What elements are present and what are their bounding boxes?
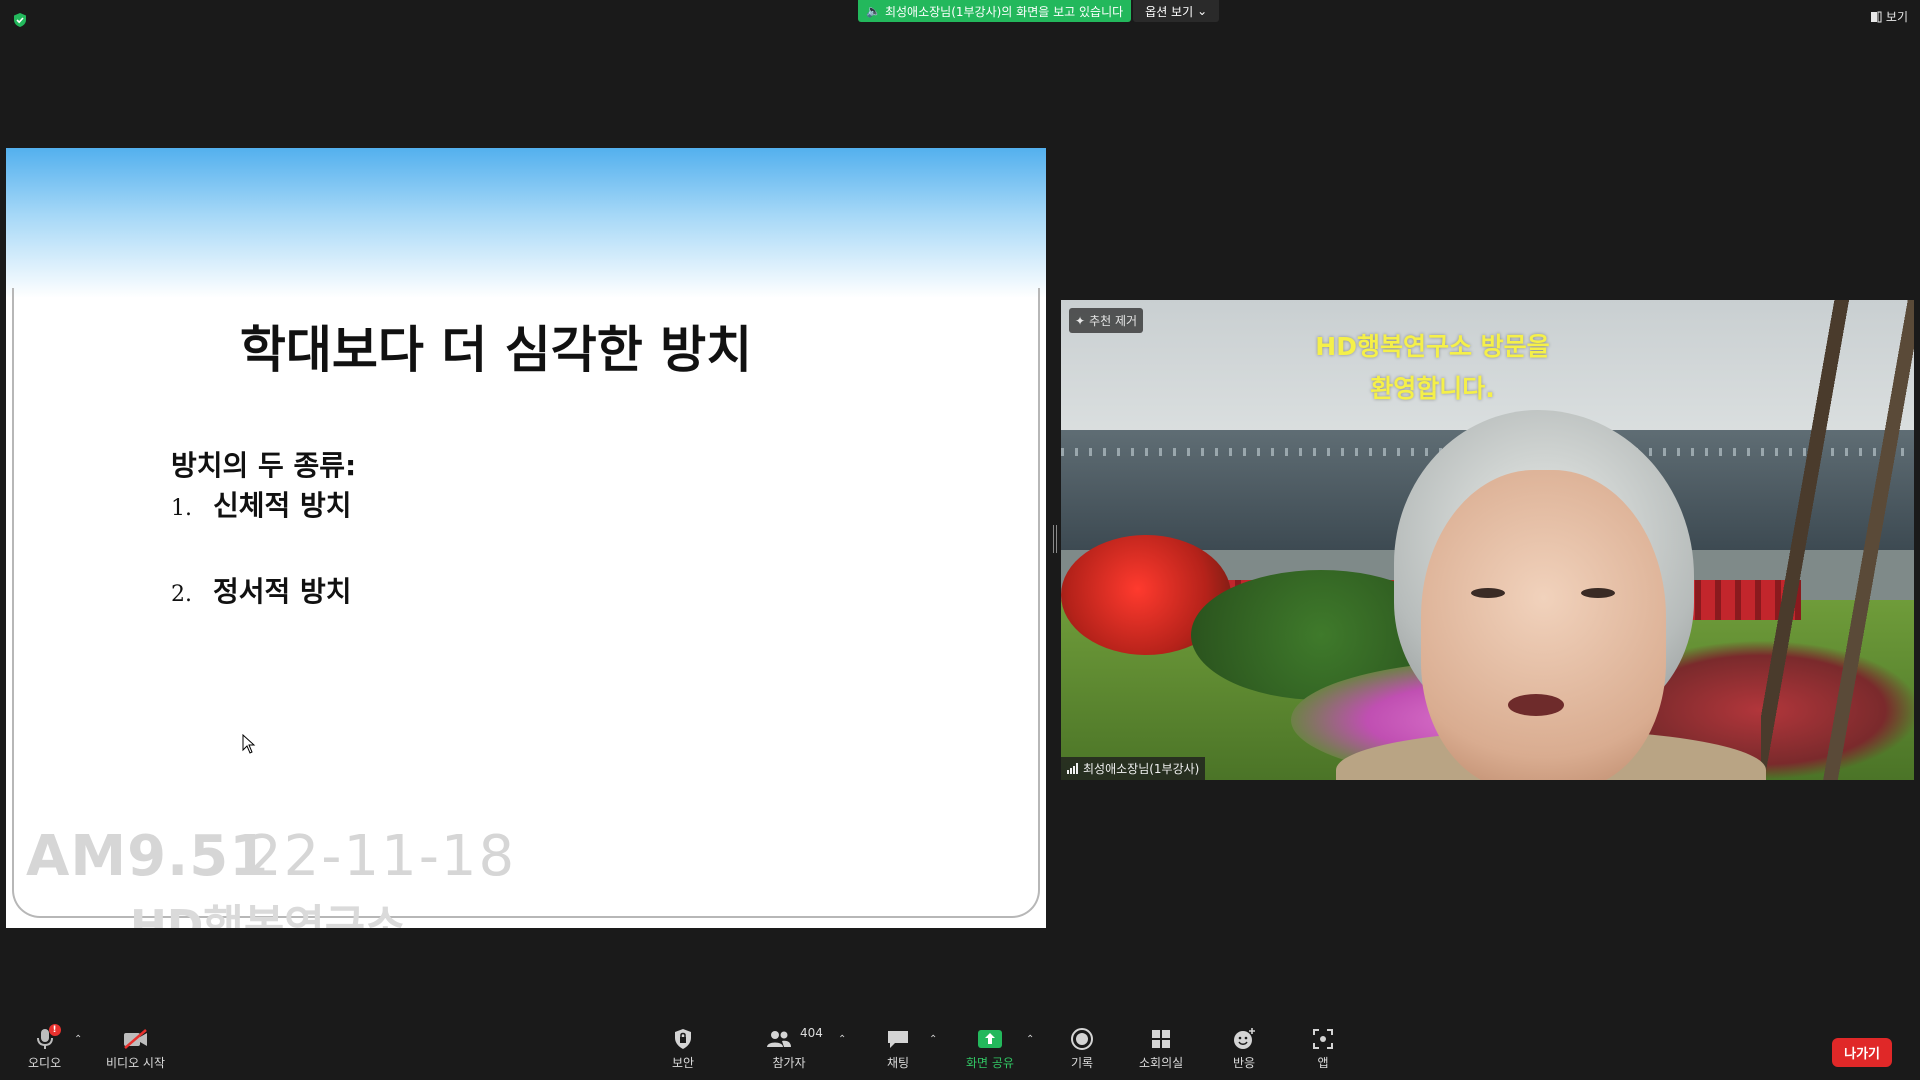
chat-icon [888, 1031, 908, 1048]
list-number: 1. [171, 496, 192, 521]
breakout-rooms-label: 소회의실 [1139, 1056, 1184, 1070]
remove-spotlight-label: 추천 제거 [1089, 314, 1138, 328]
chat-button[interactable]: 채팅 [886, 1026, 910, 1071]
reactions-label: 반응 [1232, 1056, 1256, 1070]
viewing-banner: 🔈 최성애소장님(1부강사)의 화면을 보고 있습니다 [858, 0, 1132, 22]
participant-name: 최성애소장님(1부강사) [1083, 762, 1200, 776]
speaker-icon: 🔈 [866, 4, 881, 18]
security-label: 보안 [672, 1056, 695, 1070]
security-shield-icon[interactable] [12, 12, 28, 28]
reactions-button[interactable]: 반응 [1232, 1026, 1256, 1071]
list-text: 정서적 방치 [213, 575, 352, 608]
participant-video-tile[interactable]: HD행복연구소 방문을 환영합니다. ✦ 추천 제거 최성애소장님(1부강사) [1061, 300, 1914, 780]
slide-subtitle: 방치의 두 종류: [171, 449, 357, 482]
reaction-smiley-icon [1234, 1028, 1255, 1049]
record-label: 기록 [1070, 1056, 1094, 1070]
video-welcome-text: HD행복연구소 방문을 환영합니다. [1061, 326, 1914, 410]
welcome-line-1: HD행복연구소 방문을 [1315, 332, 1550, 361]
slide-list-item: 1. 신체적 방치 [171, 484, 352, 524]
participant-eye [1471, 588, 1505, 598]
view-options-label: 옵션 보기 [1145, 4, 1194, 19]
share-options-chevron-icon[interactable]: ⌃ [1026, 1034, 1034, 1045]
slide-title: 학대보다 더 심각한 방치 [239, 321, 753, 379]
audio-alert-badge: ! [48, 1024, 61, 1036]
top-banner: 🔈 최성애소장님(1부강사)의 화면을 보고 있습니다 옵션 보기 ⌄ [858, 0, 1220, 22]
record-button[interactable]: 기록 [1070, 1026, 1094, 1071]
chat-label: 채팅 [886, 1056, 910, 1070]
participant-face [1421, 470, 1666, 780]
share-screen-label: 화면 공유 [966, 1056, 1014, 1070]
remove-spotlight-button[interactable]: ✦ 추천 제거 [1069, 308, 1144, 333]
pin-icon: ✦ [1075, 313, 1086, 328]
share-screen-button[interactable]: 화면 공유 [966, 1026, 1014, 1071]
start-video-button[interactable]: 비디오 시작 [106, 1026, 165, 1071]
audio-options-chevron-icon[interactable]: ⌃ [74, 1034, 82, 1045]
list-text: 신체적 방치 [213, 489, 352, 522]
audio-label: 오디오 [28, 1056, 62, 1070]
participants-count: 404 [800, 1026, 823, 1040]
watermark-time: AM9.51 [26, 824, 270, 889]
mouse-cursor-icon [242, 734, 256, 754]
record-icon [1071, 1028, 1093, 1050]
participants-options-chevron-icon[interactable]: ⌃ [838, 1034, 846, 1045]
list-number: 2. [171, 582, 192, 607]
apps-icon [1313, 1029, 1333, 1049]
chat-options-chevron-icon[interactable]: ⌃ [929, 1034, 937, 1045]
security-button[interactable]: 보안 [672, 1026, 694, 1071]
view-layout-icon [1870, 11, 1882, 22]
meeting-toolbar: ! 오디오 ⌃ 비디오 시작 보안 404 참가자 ⌃ 채팅 ⌃ 화면 공유 ⌃… [0, 1020, 1920, 1080]
participant-eye [1581, 588, 1615, 598]
audio-button[interactable]: ! 오디오 [28, 1024, 62, 1071]
breakout-rooms-button[interactable]: 소회의실 [1139, 1026, 1183, 1071]
view-options-button[interactable]: 옵션 보기 ⌄ [1133, 0, 1220, 22]
participant-name-label: 최성애소장님(1부강사) [1061, 757, 1206, 780]
start-video-label: 비디오 시작 [106, 1056, 166, 1070]
participants-label: 참가자 [772, 1056, 806, 1070]
welcome-line-2: 환영합니다. [1370, 374, 1495, 403]
shared-screen[interactable]: 학대보다 더 심각한 방치 방치의 두 종류: 1. 신체적 방치 2. 정서적… [6, 148, 1046, 928]
slide-list: 1. 신체적 방치 2. 정서적 방치 [171, 484, 352, 656]
view-button[interactable]: 보기 [1870, 8, 1908, 25]
view-button-label: 보기 [1885, 10, 1908, 24]
leave-meeting-button[interactable]: 나가기 [1832, 1038, 1892, 1067]
share-screen-icon [977, 1030, 1002, 1048]
panel-splitter-handle[interactable] [1053, 525, 1057, 553]
apps-label: 앱 [1317, 1056, 1329, 1070]
shield-icon [675, 1029, 692, 1049]
signal-strength-icon [1067, 763, 1078, 774]
participants-button[interactable]: 404 참가자 [767, 1026, 823, 1071]
breakout-rooms-icon [1152, 1030, 1171, 1048]
viewing-banner-text: 최성애소장님(1부강사)의 화면을 보고 있습니다 [884, 4, 1124, 19]
participant-mouth [1508, 694, 1564, 716]
watermark-brand: HD행복연구소 [130, 901, 406, 928]
watermark-date: 22-11-18 [246, 824, 517, 889]
participants-icon [767, 1031, 791, 1047]
video-off-icon [123, 1029, 147, 1049]
chevron-down-icon: ⌄ [1197, 4, 1208, 18]
slide-header-gradient [6, 148, 1046, 298]
apps-button[interactable]: 앱 [1312, 1026, 1334, 1071]
slide-list-item: 2. 정서적 방치 [171, 570, 352, 610]
